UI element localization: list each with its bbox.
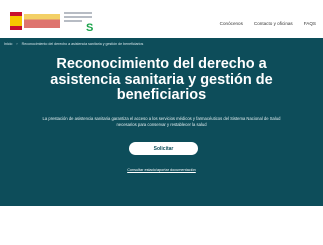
hero-description: La prestación de asistencia sanitaria ga… [42,116,281,128]
breadcrumb-separator-icon: › [16,42,18,46]
ministry-emblem [24,14,60,28]
social-security-mark-icon: S [86,22,94,34]
breadcrumb-home[interactable]: Inicio [4,42,12,46]
hero-banner: Inicio › Reconocimiento del derecho a as… [0,38,323,206]
breadcrumb: Inicio › Reconocimiento del derecho a as… [4,42,143,46]
nav-item-faqs[interactable]: FAQS [304,21,316,26]
page: S Conócenos Contacto y oficinas FAQS Ini… [0,0,323,245]
top-navigation: Conócenos Contacto y oficinas FAQS [220,18,316,28]
consult-status-link[interactable]: Consultar estado/aportar documentación [108,168,215,172]
site-header: S Conócenos Contacto y oficinas FAQS [8,9,318,37]
nav-item-contacto[interactable]: Contacto y oficinas [254,21,293,26]
sub-brand-lines [64,12,92,22]
page-title: Reconocimiento del derecho a asistencia … [50,56,273,103]
social-security-logo[interactable]: S [86,22,108,34]
solicitar-button[interactable]: Solicitar [129,142,198,155]
nav-item-conocenos[interactable]: Conócenos [220,21,243,26]
government-logo[interactable] [10,12,60,30]
breadcrumb-current: Reconocimiento del derecho a asistencia … [21,42,144,46]
spain-flag-icon [10,12,22,30]
